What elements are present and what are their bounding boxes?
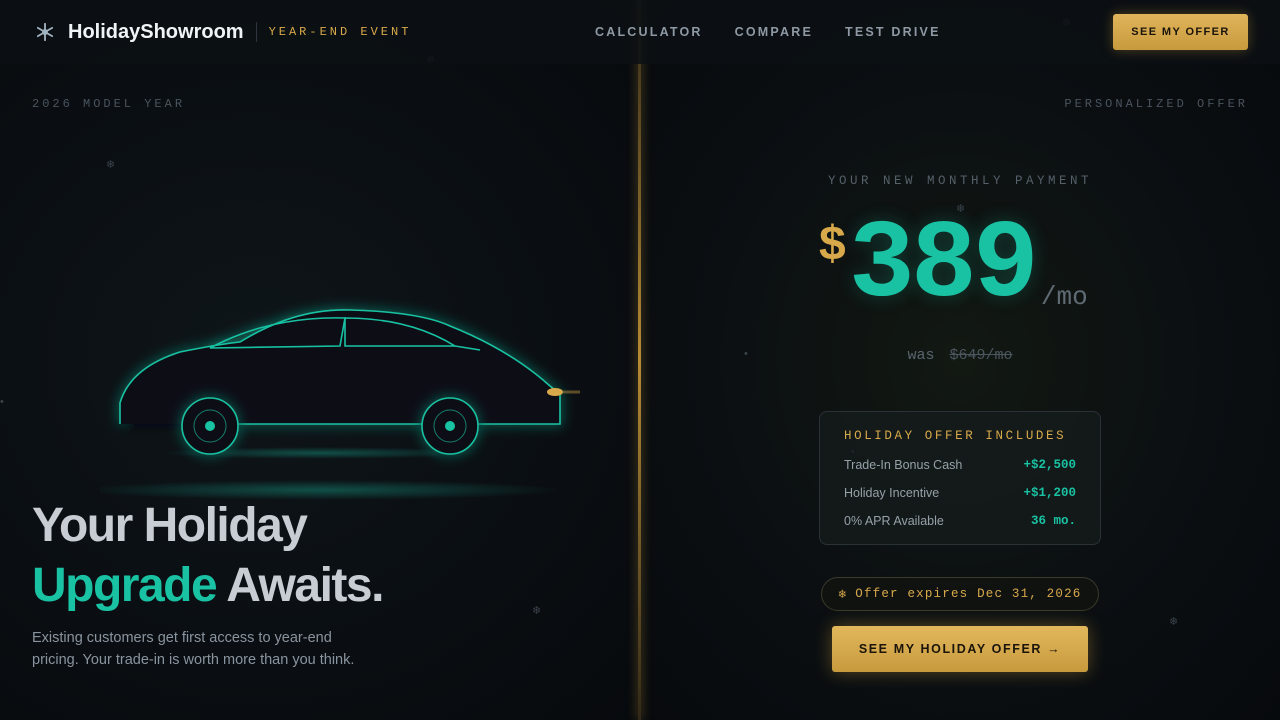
- offer-row-label: 0% APR Available: [844, 514, 944, 528]
- offer-card-title: HOLIDAY OFFER INCLUDES: [844, 429, 1067, 443]
- nav-compare[interactable]: COMPARE: [735, 25, 813, 39]
- snowflake-decoration-icon: •: [0, 396, 4, 408]
- was-label: was: [907, 347, 935, 364]
- headline-accent: Upgrade: [32, 559, 218, 612]
- snowflake-icon: ❄: [838, 588, 848, 602]
- monthly-price: $ 389 /mo: [818, 212, 1088, 322]
- see-my-holiday-offer-button[interactable]: SEE MY HOLIDAY OFFER →: [832, 626, 1088, 672]
- snowflake-icon: [32, 19, 58, 45]
- headline-rest: Awaits.: [216, 559, 384, 612]
- offer-includes-card: HOLIDAY OFFER INCLUDES Trade-In Bonus Ca…: [819, 411, 1101, 545]
- personalized-offer-tag: PERSONALIZED OFFER: [1064, 97, 1248, 111]
- offer-row-value: 36 mo.: [1030, 514, 1076, 528]
- currency-symbol: $: [818, 220, 847, 274]
- hero-subcopy: Existing customers get first access to y…: [32, 630, 355, 668]
- offer-row-label: Holiday Incentive: [844, 486, 940, 500]
- model-year-tag: 2026 MODEL YEAR: [32, 97, 186, 111]
- brand[interactable]: HolidayShowroom YEAR-END EVENT: [32, 0, 411, 64]
- offer-expiry-text: Offer expires Dec 31, 2026: [855, 587, 1082, 601]
- event-tag: YEAR-END EVENT: [268, 25, 412, 39]
- nav-calculator[interactable]: CALCULATOR: [595, 25, 703, 39]
- previous-price: was $649/mo: [640, 347, 1280, 364]
- brand-name: HolidayShowroom: [68, 20, 244, 43]
- monthly-payment-label: YOUR NEW MONTHLY PAYMENT: [827, 174, 1093, 188]
- car-illustration: [80, 290, 600, 510]
- headline-line-1: Your Holiday: [32, 499, 308, 552]
- nav-test-drive[interactable]: TEST DRIVE: [845, 25, 941, 39]
- offer-row: 0% APR Available 36 mo.: [844, 507, 1076, 535]
- offer-expiry-badge: ❄ Offer expires Dec 31, 2026: [821, 577, 1099, 611]
- old-price: $649/mo: [949, 347, 1013, 364]
- offer-row-label: Trade-In Bonus Cash: [844, 458, 963, 472]
- snowflake-decoration-icon: ❄: [532, 605, 542, 617]
- hero-headline: Your Holiday Upgrade Awaits.: [32, 496, 384, 616]
- price-amount: 389: [848, 204, 1039, 329]
- offer-row-value: +$1,200: [1023, 486, 1076, 500]
- top-header: HolidayShowroom YEAR-END EVENT CALCULATO…: [0, 0, 1280, 64]
- main-nav: CALCULATOR COMPARE TEST DRIVE: [595, 0, 941, 64]
- offer-row: Trade-In Bonus Cash +$2,500: [844, 451, 1076, 479]
- see-my-offer-button[interactable]: SEE MY OFFER: [1113, 14, 1248, 50]
- offer-row: Holiday Incentive +$1,200: [844, 479, 1076, 507]
- brand-separator: [255, 22, 257, 42]
- headline-line-2: Upgrade Awaits.: [32, 556, 384, 616]
- price-period: /mo: [1040, 282, 1088, 312]
- snowflake-decoration-icon: ❄: [1169, 616, 1179, 628]
- offer-row-value: +$2,500: [1023, 458, 1076, 472]
- snowflake-decoration-icon: ❄: [106, 159, 116, 171]
